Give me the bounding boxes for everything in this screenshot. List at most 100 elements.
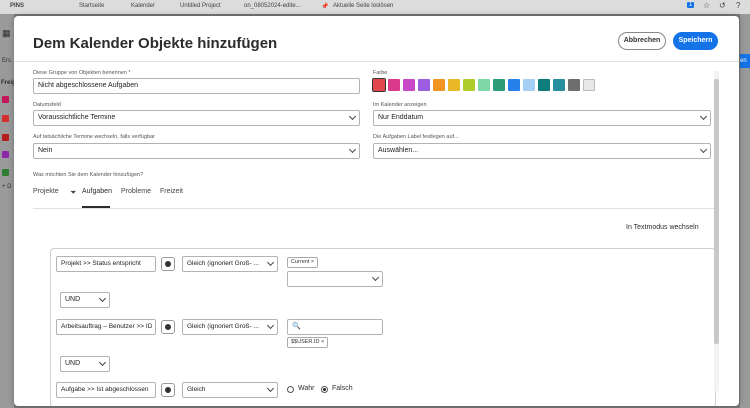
label-select[interactable]: Auswählen...	[373, 143, 711, 159]
chevron-down-icon	[348, 145, 357, 154]
text-mode-link[interactable]: In Textmodus wechseln	[626, 224, 699, 231]
history-icon[interactable]: ↺	[719, 1, 726, 10]
top-nav-bar: PINS Startseite Kalender Untitled Projec…	[0, 0, 750, 14]
remove-filter-icon[interactable]	[161, 383, 175, 397]
filter-field-2[interactable]: Arbeitsauftrag – Benutzer >> ID	[56, 319, 156, 335]
search-icon: 🔍	[292, 323, 301, 330]
breadcrumb-home[interactable]: Startseite	[79, 3, 104, 9]
bg-blue-button: en	[740, 54, 750, 68]
show-value: Nur Enddatum	[378, 114, 424, 121]
background-left: ▦ Ers Freig + D	[0, 14, 16, 408]
date-label: Datumsfeld	[33, 102, 61, 108]
tab-tasks[interactable]: Aufgaben	[82, 188, 112, 195]
value-chip: $$USER.ID ×	[287, 337, 329, 348]
filter-operator-2[interactable]: Gleich (ignoriert Groß- ...	[182, 319, 278, 335]
pins-label[interactable]: PINS	[10, 3, 24, 9]
dialog-title: Dem Kalender Objekte hinzufügen	[33, 35, 278, 52]
filter-field-1[interactable]: Projekt >> Status entspricht	[56, 256, 156, 272]
show-select[interactable]: Nur Enddatum	[373, 110, 711, 126]
chevron-down-icon	[266, 258, 275, 267]
breadcrumb-item[interactable]: on_08052024-edite...	[244, 3, 301, 9]
value-chip: Current ×	[287, 257, 319, 268]
tab-issues[interactable]: Probleme	[121, 188, 151, 195]
filter-value-select[interactable]	[287, 271, 383, 287]
bg-tab-label: Ers	[2, 58, 11, 64]
chevron-down-icon	[348, 112, 357, 121]
filter-icon: ⏷	[70, 188, 77, 197]
false-label: Falsch	[332, 385, 353, 392]
filter-panel: Projekt >> Status entspricht Gleich (ign…	[50, 248, 716, 406]
remove-filter-icon[interactable]	[161, 257, 175, 271]
remove-filter-icon[interactable]	[161, 320, 175, 334]
pin-icon[interactable]: 📌	[321, 3, 328, 10]
notification-badge[interactable]: 1	[687, 2, 695, 8]
color-swatch[interactable]	[372, 78, 386, 92]
unpin-link[interactable]: Aktuelle Seite loslösen	[333, 3, 393, 9]
calendar-icon: ▦	[2, 28, 11, 38]
switch-value: Nein	[38, 147, 53, 154]
filter-operator-1[interactable]: Gleich (ignoriert Groß- ...	[182, 256, 278, 272]
operator-value: Gleich (ignoriert Groß- ...	[187, 323, 259, 330]
chevron-down-icon	[371, 273, 380, 282]
operator-value: Gleich (ignoriert Groß- ...	[187, 260, 259, 267]
chip-label: $$USER.ID	[291, 339, 320, 345]
scrollbar[interactable]	[714, 71, 719, 391]
show-label: Im Kalender anzeigen	[373, 102, 427, 108]
color-swatch[interactable]	[388, 79, 400, 91]
filter-operator-3[interactable]: Gleich	[182, 382, 278, 398]
chevron-down-icon	[98, 358, 107, 367]
chip-label: Current	[291, 259, 310, 265]
tabs-divider	[33, 208, 718, 209]
switch-label: Auf tatsächliche Termine wechseln, falls…	[33, 134, 155, 140]
color-square	[2, 115, 9, 122]
star-icon[interactable]: ☆	[703, 1, 710, 10]
chevron-down-icon	[98, 294, 107, 303]
color-square	[2, 134, 9, 141]
date-select[interactable]: Voraussichtliche Termine	[33, 110, 360, 126]
color-swatch[interactable]	[508, 79, 520, 91]
add-objects-dialog: Dem Kalender Objekte hinzufügen Abbreche…	[14, 16, 739, 406]
cancel-button[interactable]: Abbrechen	[618, 32, 666, 50]
color-swatch[interactable]	[568, 79, 580, 91]
tab-projects[interactable]: Projekte	[33, 188, 59, 195]
color-swatch[interactable]	[448, 79, 460, 91]
close-icon[interactable]: ×	[321, 339, 324, 345]
date-value: Voraussichtliche Termine	[38, 114, 116, 121]
color-swatch[interactable]	[433, 79, 445, 91]
label-value: Auswählen...	[378, 147, 419, 154]
true-radio[interactable]	[287, 386, 294, 393]
scrollbar-thumb[interactable]	[714, 79, 719, 344]
question-label: Was möchten Sie dem Kalender hinzufügen?	[33, 172, 144, 178]
color-swatch[interactable]	[523, 79, 535, 91]
breadcrumb-calendar[interactable]: Kalender	[131, 3, 155, 9]
close-icon[interactable]: ×	[311, 259, 314, 265]
help-icon[interactable]: ?	[736, 1, 740, 10]
and-value: UND	[65, 296, 81, 303]
and-select-2[interactable]: UND	[60, 356, 110, 372]
chevron-down-icon	[266, 384, 275, 393]
color-swatch[interactable]	[553, 79, 565, 91]
breadcrumb-project[interactable]: Untitled Project	[180, 3, 221, 9]
color-square	[2, 96, 9, 103]
color-swatch[interactable]	[463, 79, 475, 91]
user-search-input[interactable]: 🔍	[287, 319, 383, 335]
color-swatch[interactable]	[478, 79, 490, 91]
color-swatch[interactable]	[583, 79, 595, 91]
false-radio[interactable]	[321, 386, 328, 393]
filter-field-3[interactable]: Aufgabe >> Ist abgeschlossen	[56, 382, 156, 398]
switch-select[interactable]: Nein	[33, 143, 360, 159]
color-swatch[interactable]	[418, 79, 430, 91]
divider	[14, 61, 739, 62]
and-select-1[interactable]: UND	[60, 292, 110, 308]
true-label: Wahr	[298, 385, 315, 392]
name-input[interactable]: Nicht abgeschlossene Aufgaben	[33, 78, 360, 94]
color-swatch[interactable]	[538, 79, 550, 91]
chevron-down-icon	[266, 321, 275, 330]
tab-time-off[interactable]: Freizeit	[160, 188, 183, 195]
color-swatch[interactable]	[493, 79, 505, 91]
background-right: en	[740, 14, 750, 408]
bg-plus-label: + D	[2, 184, 12, 190]
color-label: Farbe	[373, 70, 388, 76]
color-swatch[interactable]	[403, 79, 415, 91]
save-button[interactable]: Speichern	[673, 32, 718, 50]
